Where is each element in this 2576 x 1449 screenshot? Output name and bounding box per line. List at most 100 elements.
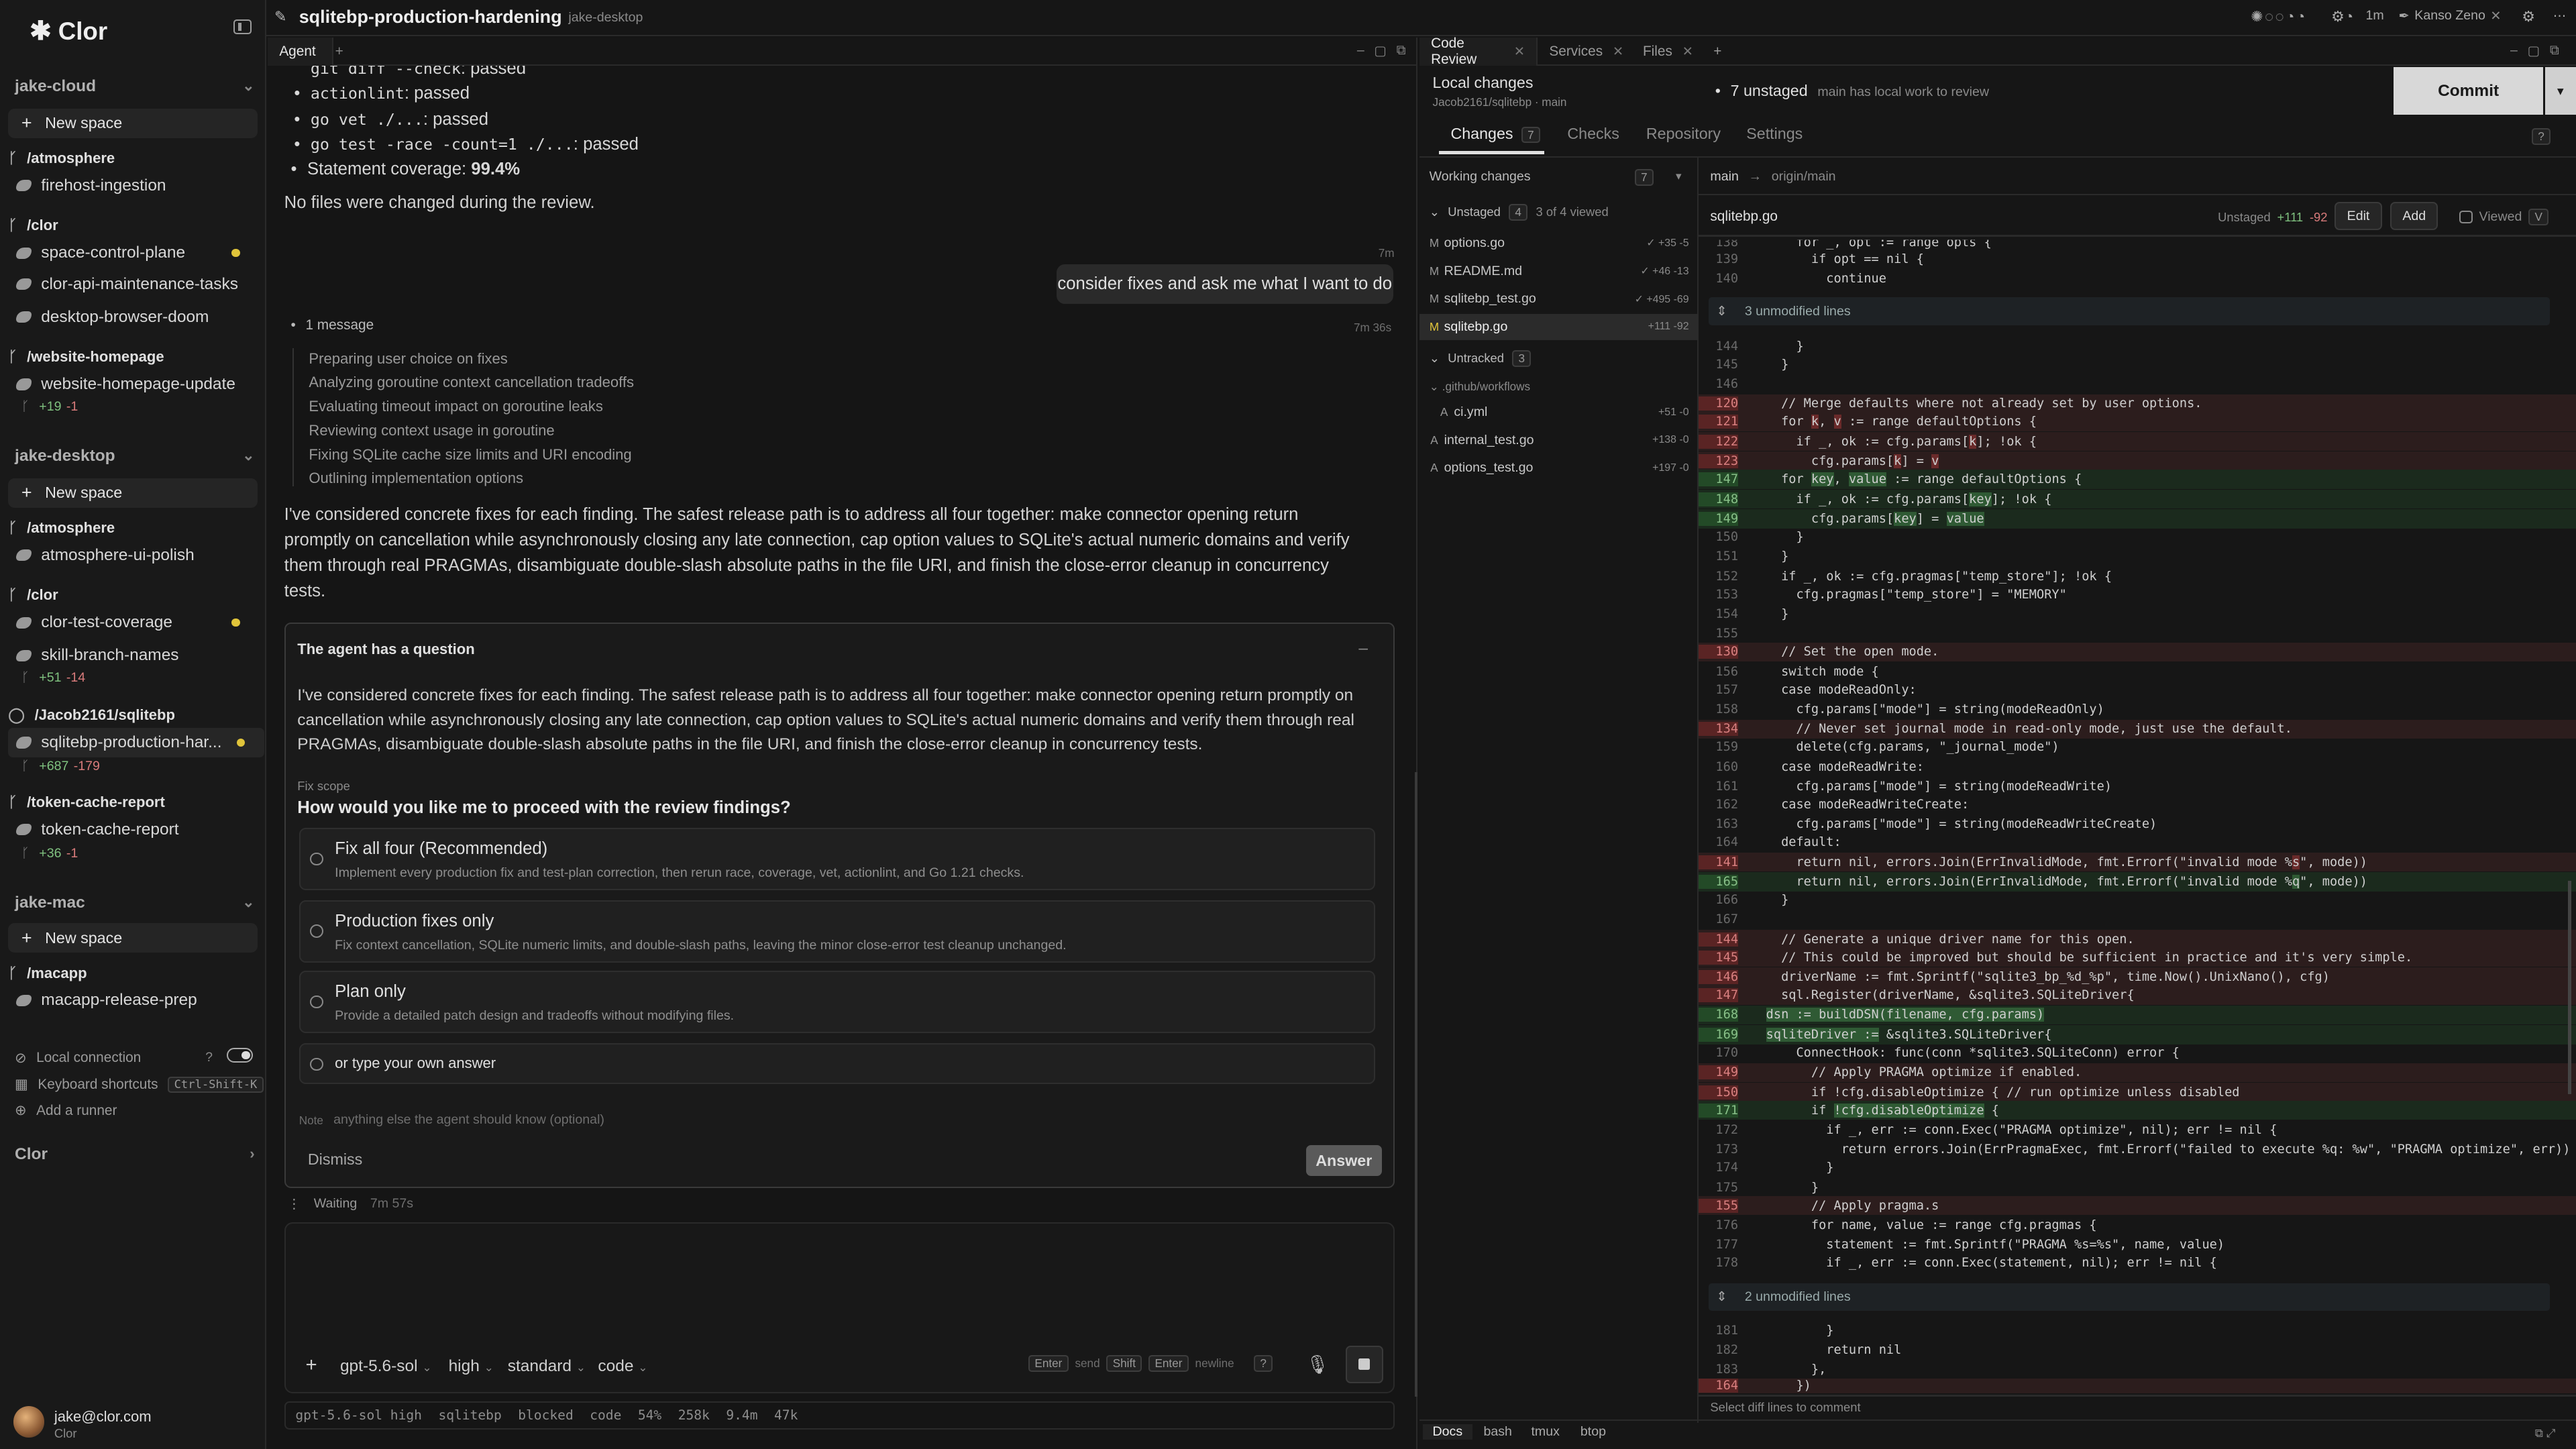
diff-line[interactable]: 148 if _, ok := cfg.params[key]; !ok { (1699, 489, 2576, 509)
local-connection-toggle[interactable] (226, 1048, 254, 1063)
popout-icon[interactable]: ⧉ (1397, 43, 1406, 59)
add-runner-button[interactable]: ⊕ Add a runner (15, 1102, 117, 1119)
radio-icon[interactable] (310, 995, 323, 1009)
subtab-repository[interactable]: Repository (1646, 125, 1721, 143)
hunk-expander[interactable]: ⇕ 3 unmodified lines (1708, 297, 2550, 325)
close-icon[interactable]: ✕ (1613, 44, 1623, 60)
diff-line[interactable]: 174 } (1699, 1159, 2576, 1177)
radio-icon[interactable] (310, 852, 323, 866)
chevron-down-icon[interactable]: ▾ (1676, 169, 1682, 183)
diff-line[interactable]: 145 // This could be improved but should… (1699, 948, 2576, 967)
group-macapp[interactable]: ᚴ/macapp (8, 965, 87, 982)
diff-line[interactable]: 141 return nil, errors.Join(ErrInvalidMo… (1699, 853, 2576, 872)
diff-line[interactable]: 164 default: (1699, 833, 2576, 852)
untracked-section[interactable]: ⌄ Untracked 3 (1430, 350, 1532, 367)
close-icon[interactable]: ✕ (1514, 44, 1525, 60)
space-item[interactable]: atmosphere-ui-polish (16, 541, 259, 570)
message-count[interactable]: • 1 message (290, 317, 374, 333)
add-button[interactable]: Add (2390, 202, 2438, 230)
diff-line[interactable]: 173 return errors.Join(ErrPragmaExec, fm… (1699, 1140, 2576, 1159)
file-row[interactable]: M README.md ✓ +46 -13 (1419, 258, 1699, 284)
group-sqlitebp[interactable]: ◯/Jacob2161/sqlitebp (8, 706, 175, 724)
diff-line[interactable]: 154 } (1699, 604, 2576, 623)
diff-line[interactable]: 156 switch mode { (1699, 662, 2576, 681)
diff-line[interactable]: 168 dsn := buildDSN(filename, cfg.params… (1699, 1005, 2576, 1025)
unstaged-section[interactable]: ⌄ Unstaged 4 3 of 4 viewed (1430, 203, 1609, 221)
brand-logo[interactable]: ✱ Clor (30, 16, 107, 46)
space-item[interactable]: desktop-browser-doom (16, 303, 259, 332)
file-row-selected[interactable]: Msqlitebp.go +111 -92 (1419, 313, 1699, 340)
clor-org[interactable]: Clor › (15, 1145, 255, 1164)
stop-button[interactable] (1345, 1345, 1384, 1384)
space-item[interactable]: clor-test-coverage (16, 608, 259, 637)
diff-line[interactable]: 155 (1699, 625, 2576, 643)
minimize-icon[interactable]: – (2510, 43, 2518, 59)
space-item[interactable]: website-homepage-update (16, 370, 259, 399)
custom-answer-field[interactable]: or type your own answer (299, 1043, 1375, 1085)
diff-line[interactable]: 123 cfg.params[k] = v (1699, 451, 2576, 471)
diff-line[interactable]: 150 } (1699, 527, 2576, 546)
diff-line[interactable]: 182 return nil (1699, 1340, 2576, 1359)
window-controls[interactable]: – ▢ ⧉ (1357, 43, 1406, 59)
edit-button[interactable]: Edit (2334, 202, 2383, 230)
maximize-icon[interactable]: ▢ (1374, 43, 1387, 59)
diff-line[interactable]: 167 (1699, 910, 2576, 929)
diff-line[interactable]: 176 for name, value := range cfg.pragmas… (1699, 1216, 2576, 1234)
diff-line[interactable]: 165 return nil, errors.Join(ErrInvalidMo… (1699, 872, 2576, 892)
help-icon[interactable]: ? (2531, 128, 2551, 146)
diff-line[interactable]: 146 driverName := fmt.Sprintf("sqlite3_b… (1699, 967, 2576, 987)
tab-docs[interactable]: Docs (1422, 1424, 1472, 1440)
tab-btop[interactable]: btop (1570, 1424, 1615, 1440)
diff-line[interactable]: 149 cfg.params[key] = value (1699, 509, 2576, 529)
folder-row[interactable]: ⌄ .github/workflows (1430, 380, 1530, 394)
user-chip[interactable]: ✒ Kanso Zeno ✕ (2399, 8, 2502, 24)
checkbox-icon[interactable] (2459, 210, 2473, 224)
close-icon[interactable]: ✕ (2490, 8, 2501, 24)
diff-line[interactable]: 183 }, (1699, 1360, 2576, 1379)
host-jake-desktop[interactable]: jake-desktop ⌄ (15, 447, 255, 466)
space-item[interactable]: clor-api-maintenance-tasks (16, 270, 259, 299)
file-row[interactable]: Ainternal_test.go +138 -0 (1419, 427, 1699, 453)
diff-line[interactable]: 152 if _, ok := cfg.pragmas["temp_store"… (1699, 567, 2576, 586)
more-icon[interactable]: ⋯ (2553, 8, 2567, 24)
diff-line[interactable]: 134 // Never set journal mode in read-on… (1699, 719, 2576, 739)
minimize-icon[interactable]: – (1357, 43, 1364, 59)
diff-line[interactable]: 172 if _, err := conn.Exec("PRAGMA optim… (1699, 1120, 2576, 1139)
composer-add-icon[interactable]: + (306, 1354, 317, 1377)
maximize-icon[interactable]: ▢ (2528, 43, 2540, 59)
option-production-only[interactable]: Production fixes only Fix context cancell… (299, 900, 1375, 963)
diff-line[interactable]: 158 cfg.params["mode"] = string(modeRead… (1699, 700, 2576, 718)
diff-line[interactable]: 178 if _, err := conn.Exec(statement, ni… (1699, 1254, 2576, 1273)
sidebar-toggle-icon[interactable] (233, 19, 252, 35)
tab-code-review[interactable]: Code Review ✕ (1419, 36, 1538, 67)
diff-line[interactable]: 157 case modeReadOnly: (1699, 680, 2576, 699)
viewed-checkbox[interactable]: Viewed V (2459, 209, 2549, 226)
diff-line[interactable]: 122 if _, ok := cfg.params[k]; !ok { (1699, 432, 2576, 451)
microphone-icon[interactable]: 🎙︎ (1306, 1354, 1329, 1375)
file-row[interactable]: Msqlitebp_test.go ✓ +495 -69 (1419, 286, 1699, 312)
space-item[interactable]: token-cache-report (16, 815, 259, 845)
new-space-button[interactable]: + New space (8, 478, 258, 508)
diff-line[interactable]: 139 if opt == nil { (1699, 250, 2576, 268)
tab-tmux[interactable]: tmux (1521, 1424, 1570, 1440)
new-space-button[interactable]: + New space (8, 108, 258, 138)
radio-icon[interactable] (310, 924, 323, 938)
help-icon[interactable]: ? (205, 1050, 213, 1065)
diff-line[interactable]: 144 } (1699, 337, 2576, 356)
collapse-icon[interactable]: – (1358, 639, 1368, 658)
diff-line[interactable]: 162 case modeReadWriteCreate: (1699, 795, 2576, 814)
settings-icon[interactable]: ⚙◔ (2331, 8, 2353, 25)
diff-line[interactable]: 169 sqliteDriver := &sqlite3.SQLiteDrive… (1699, 1025, 2576, 1044)
diff-line[interactable]: 130 // Set the open mode. (1699, 642, 2576, 661)
diff-line[interactable]: 181 } (1699, 1321, 2576, 1340)
diff-line[interactable]: 166 } (1699, 890, 2576, 909)
add-tab-icon[interactable]: + (323, 38, 354, 66)
diff-line[interactable]: 145 } (1699, 355, 2576, 374)
host-jake-cloud[interactable]: jake-cloud ⌄ (15, 77, 255, 96)
diff-scrollbar[interactable] (2567, 880, 2571, 1095)
diff-line[interactable]: 147 sql.Register(driverName, &sqlite3.SQ… (1699, 985, 2576, 1005)
diff-line[interactable]: 140 continue (1699, 270, 2576, 288)
radio-icon[interactable] (310, 1057, 323, 1071)
space-item[interactable]: firehost-ingestion (16, 171, 259, 201)
group-website-homepage[interactable]: ᚴ/website-homepage (8, 348, 164, 366)
